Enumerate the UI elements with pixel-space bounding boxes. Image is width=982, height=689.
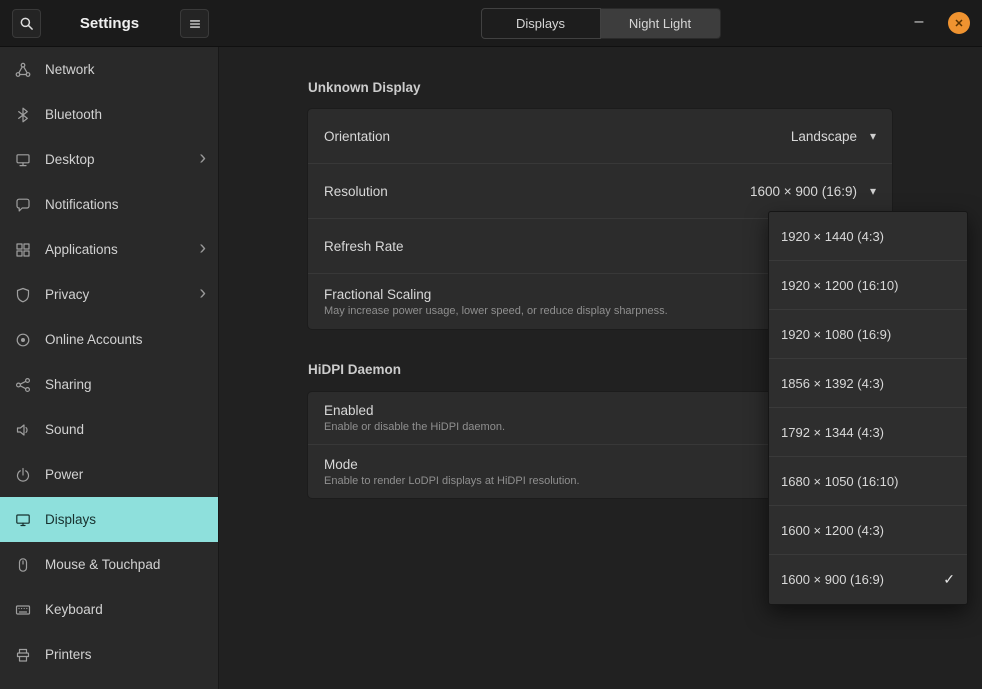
dropdown-arrow-icon: ▾: [870, 130, 876, 142]
sidebar-item-label: Network: [45, 62, 95, 77]
header-bar: Settings Displays Night Light – ✕: [0, 0, 982, 47]
sidebar-item-displays[interactable]: Displays: [0, 497, 218, 542]
menu-item-label: 1920 × 1200 (16:10): [781, 278, 898, 293]
sidebar-item-label: Privacy: [45, 287, 89, 302]
resolution-value: 1600 × 900 (16:9): [750, 184, 857, 199]
sidebar-item-applications[interactable]: Applications ›: [0, 227, 218, 272]
power-icon: [15, 467, 32, 483]
keyboard-icon: [15, 602, 32, 618]
menu-item-label: 1856 × 1392 (4:3): [781, 376, 884, 391]
menu-item-resolution[interactable]: 1920 × 1080 (16:9): [769, 310, 967, 359]
section-heading-unknown-display: Unknown Display: [308, 80, 421, 95]
menu-item-resolution[interactable]: 1792 × 1344 (4:3): [769, 408, 967, 457]
menu-item-label: 1680 × 1050 (16:10): [781, 474, 898, 489]
hidpi-enabled-text: Enabled Enable or disable the HiDPI daem…: [324, 403, 505, 433]
minimize-button[interactable]: –: [908, 10, 930, 34]
desktop-icon: [15, 152, 32, 168]
sidebar-item-sharing[interactable]: Sharing: [0, 362, 218, 407]
tab-displays[interactable]: Displays: [481, 8, 601, 39]
sidebar-item-sound[interactable]: Sound: [0, 407, 218, 452]
menu-item-resolution[interactable]: 1680 × 1050 (16:10): [769, 457, 967, 506]
sidebar-item-desktop[interactable]: Desktop ›: [0, 137, 218, 182]
tab-night-light[interactable]: Night Light: [601, 8, 721, 39]
chevron-right-icon: ›: [199, 283, 206, 303]
menu-item-resolution[interactable]: 1600 × 1200 (4:3): [769, 506, 967, 555]
sidebar-item-label: Notifications: [45, 197, 119, 212]
menu-item-label: 1920 × 1080 (16:9): [781, 327, 891, 342]
hidpi-enabled-label: Enabled: [324, 403, 505, 418]
resolution-dropdown[interactable]: 1600 × 900 (16:9) ▾: [750, 184, 876, 199]
sidebar-item-label: Applications: [45, 242, 118, 257]
hidpi-mode-text: Mode Enable to render LoDPI displays at …: [324, 457, 580, 487]
sidebar-item-label: Power: [45, 467, 83, 482]
sidebar: Network Bluetooth Desktop › Notification…: [0, 47, 219, 689]
sidebar-item-bluetooth[interactable]: Bluetooth: [0, 92, 218, 137]
sidebar-item-keyboard[interactable]: Keyboard: [0, 587, 218, 632]
hidpi-enabled-subtitle: Enable or disable the HiDPI daemon.: [324, 421, 505, 433]
menu-item-resolution[interactable]: 1920 × 1440 (4:3): [769, 212, 967, 261]
menu-item-label: 1600 × 1200 (4:3): [781, 523, 884, 538]
resolution-label: Resolution: [324, 184, 388, 199]
sidebar-item-label: Printers: [45, 647, 92, 662]
sidebar-item-network[interactable]: Network: [0, 47, 218, 92]
refresh-rate-label: Refresh Rate: [324, 239, 404, 254]
applications-icon: [15, 242, 32, 258]
sidebar-item-label: Sharing: [45, 377, 92, 392]
sidebar-item-privacy[interactable]: Privacy ›: [0, 272, 218, 317]
sidebar-item-label: Online Accounts: [45, 332, 143, 347]
privacy-icon: [15, 287, 32, 303]
fractional-scaling-text: Fractional Scaling May increase power us…: [324, 287, 668, 317]
sidebar-item-notifications[interactable]: Notifications: [0, 182, 218, 227]
menu-item-label: 1920 × 1440 (4:3): [781, 229, 884, 244]
sound-icon: [15, 422, 32, 438]
check-icon: ✓: [943, 571, 955, 588]
resolution-menu-popover: 1920 × 1440 (4:3) 1920 × 1200 (16:10) 19…: [768, 211, 968, 605]
orientation-label: Orientation: [324, 129, 390, 144]
sidebar-item-label: Sound: [45, 422, 84, 437]
menu-item-label: 1600 × 900 (16:9): [781, 572, 884, 587]
printers-icon: [15, 647, 32, 663]
orientation-dropdown[interactable]: Landscape ▾: [791, 129, 876, 144]
close-button[interactable]: ✕: [948, 12, 970, 34]
sidebar-item-label: Desktop: [45, 152, 95, 167]
chevron-right-icon: ›: [199, 238, 206, 258]
hidpi-mode-label: Mode: [324, 457, 580, 472]
menu-item-label: 1792 × 1344 (4:3): [781, 425, 884, 440]
hidpi-mode-subtitle: Enable to render LoDPI displays at HiDPI…: [324, 475, 580, 487]
sidebar-item-printers[interactable]: Printers: [0, 632, 218, 677]
sidebar-item-label: Bluetooth: [45, 107, 102, 122]
hamburger-icon: [188, 17, 202, 31]
chevron-right-icon: ›: [199, 148, 206, 168]
notifications-icon: [15, 197, 32, 213]
sidebar-item-label: Mouse & Touchpad: [45, 557, 160, 572]
network-icon: [15, 62, 32, 78]
sidebar-item-label: Displays: [45, 512, 96, 527]
row-orientation: Orientation Landscape ▾: [308, 109, 892, 164]
sidebar-item-mouse-touchpad[interactable]: Mouse & Touchpad: [0, 542, 218, 587]
online-accounts-icon: [15, 332, 32, 348]
menu-item-resolution-selected[interactable]: 1600 × 900 (16:9) ✓: [769, 555, 967, 604]
fractional-scaling-subtitle: May increase power usage, lower speed, o…: [324, 305, 668, 317]
menu-item-resolution[interactable]: 1856 × 1392 (4:3): [769, 359, 967, 408]
orientation-value: Landscape: [791, 129, 857, 144]
mouse-icon: [15, 557, 32, 573]
menu-button[interactable]: [180, 9, 209, 38]
sidebar-item-online-accounts[interactable]: Online Accounts: [0, 317, 218, 362]
sharing-icon: [15, 377, 32, 393]
view-switcher: Displays Night Light: [219, 8, 982, 39]
sidebar-item-power[interactable]: Power: [0, 452, 218, 497]
section-heading-hidpi-daemon: HiDPI Daemon: [308, 362, 401, 377]
sidebar-item-label: Keyboard: [45, 602, 103, 617]
dropdown-arrow-icon: ▾: [870, 185, 876, 197]
displays-icon: [15, 512, 32, 528]
bluetooth-icon: [15, 107, 32, 123]
fractional-scaling-label: Fractional Scaling: [324, 287, 668, 302]
menu-item-resolution[interactable]: 1920 × 1200 (16:10): [769, 261, 967, 310]
